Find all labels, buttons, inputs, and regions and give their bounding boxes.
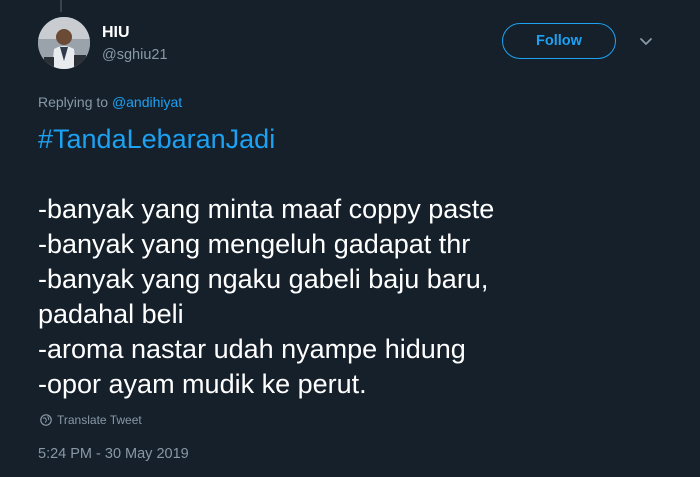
reply-mention-link[interactable]: @andihiyat [112,94,182,110]
follow-button[interactable]: Follow [502,23,616,59]
tweet-line: -aroma nastar udah nyampe hidung [38,334,466,364]
tweet-line: -banyak yang minta maaf coppy paste [38,194,495,224]
translate-label: Translate Tweet [57,413,142,427]
translate-tweet-link[interactable]: Translate Tweet [40,413,142,427]
avatar[interactable] [38,17,90,69]
tweet-line: padahal beli [38,299,184,329]
globe-icon [40,414,52,426]
thread-connector-line [60,0,62,12]
reply-context: Replying to @andihiyat [38,94,182,110]
more-options-chevron-down-icon[interactable] [638,33,654,49]
tweet-header: HIU @sghiu21 Follow [38,17,700,73]
hashtag-link[interactable]: #TandaLebaranJadi [38,122,688,157]
tweet-line: -opor ayam mudik ke perut. [38,369,367,399]
avatar-photo-icon [38,17,90,69]
tweet-line: -banyak yang mengeluh gadapat thr [38,229,471,259]
tweet-timestamp[interactable]: 5:24 PM - 30 May 2019 [38,446,189,462]
tweet-line: -banyak yang ngaku gabeli baju baru, [38,264,489,294]
display-name[interactable]: HIU [102,24,130,42]
tweet-text: #TandaLebaranJadi -banyak yang minta maa… [38,122,688,402]
reply-context-prefix: Replying to [38,94,112,110]
username-handle[interactable]: @sghiu21 [102,47,168,63]
